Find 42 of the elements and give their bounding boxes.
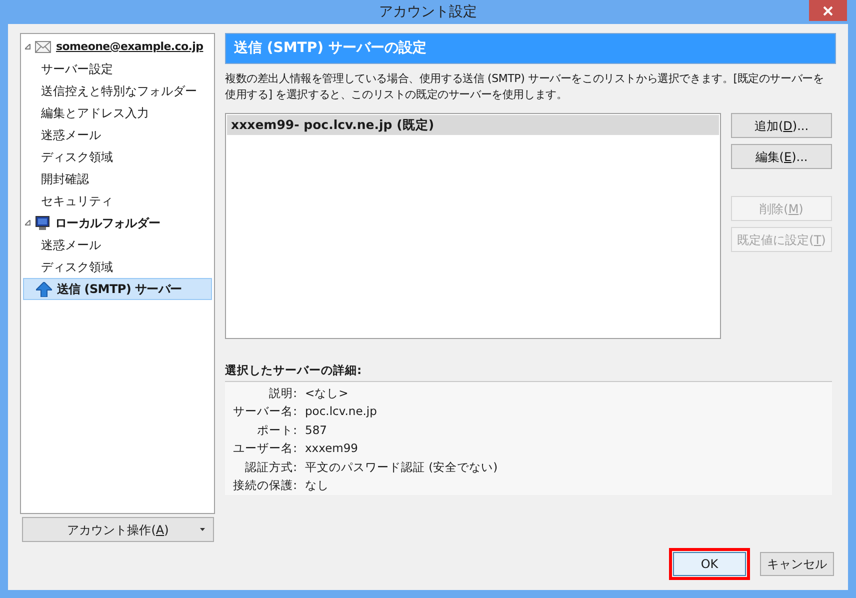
tree-item[interactable]: someone@example.co.jp (22, 36, 213, 58)
tree-item[interactable]: 送信控えと特別なフォルダー (22, 80, 213, 102)
account-actions-button[interactable]: アカウント操作(A) (22, 517, 214, 542)
description-text: 複数の差出人情報を管理している場合、使用する送信 (SMTP) サーバーをこのリストから選択できます。[既定のサーバーを使用する] を選択すると、このリストの既定のサーバーを使用します。 (225, 71, 825, 103)
monitor-icon (35, 216, 50, 230)
envelope-icon (35, 41, 51, 53)
tree-item[interactable]: ローカルフォルダー (22, 212, 213, 234)
detail-label: 認証方式: (244, 458, 297, 476)
tree-item[interactable]: ディスク領域 (22, 256, 213, 278)
detail-label: ポート: (256, 422, 297, 439)
caret-icon (200, 528, 205, 531)
detail-label: 接続の保護: (232, 477, 297, 494)
detail-value: <なし> (305, 384, 348, 402)
upload-arrow-icon (36, 282, 52, 296)
cancel-button[interactable]: キャンセル (760, 552, 834, 576)
expanded-triangle-icon[interactable] (25, 220, 31, 226)
detail-label: 説明: (268, 384, 297, 402)
tree-item[interactable]: 送信 (SMTP) サーバー (23, 278, 212, 300)
close-button[interactable] (809, 0, 847, 21)
tree-item[interactable]: セキュリティ (22, 190, 213, 212)
window-title: アカウント設定 (379, 2, 477, 22)
tree-item[interactable]: ディスク領域 (22, 146, 213, 168)
action-button[interactable]: 編集(E)... (731, 144, 832, 169)
panel-header: 送信 (SMTP) サーバーの設定 (225, 33, 836, 64)
details-heading: 選択したサーバーの詳細: (225, 362, 363, 379)
detail-value: 587 (305, 422, 327, 439)
tree-item[interactable]: 編集とアドレス入力 (22, 102, 213, 124)
tree-item[interactable]: 開封確認 (22, 168, 213, 190)
tree-item[interactable]: 迷惑メール (22, 234, 213, 256)
detail-value: なし (305, 477, 329, 494)
detail-value: xxxem99 (305, 440, 358, 458)
detail-label: ユーザー名: (232, 440, 297, 458)
detail-value: 平文のパスワード認証 (安全でない) (305, 458, 498, 476)
action-button[interactable]: 追加(D)... (731, 113, 832, 138)
ok-button[interactable]: OK (673, 552, 746, 576)
server-list-item[interactable]: xxxem99- poc.lcv.ne.jp (既定) (227, 115, 719, 135)
detail-value: poc.lcv.ne.jp (305, 403, 377, 420)
expanded-triangle-icon[interactable] (25, 44, 31, 50)
close-icon (823, 6, 833, 16)
tree-item[interactable]: サーバー設定 (22, 58, 213, 80)
tree-item[interactable]: 迷惑メール (22, 124, 213, 146)
detail-label: サーバー名: (232, 403, 297, 420)
